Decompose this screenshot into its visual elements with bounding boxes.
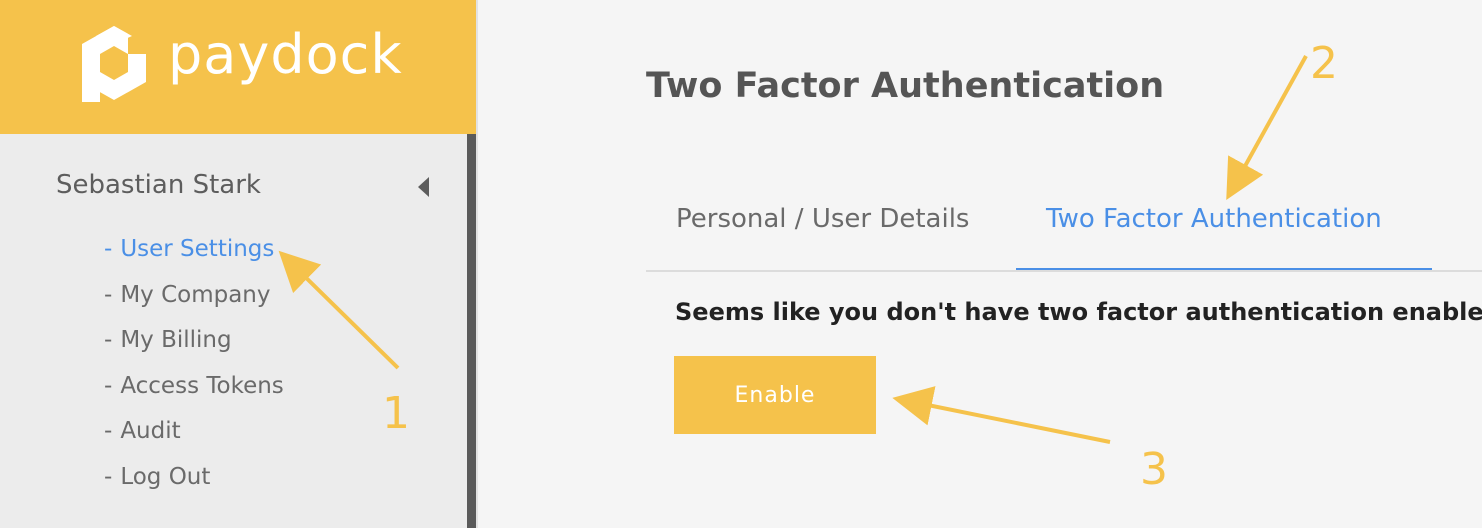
- sidebar-item-audit[interactable]: - Audit: [104, 418, 284, 464]
- tab-personal-user-details[interactable]: Personal / User Details: [676, 204, 969, 234]
- brand-wordmark[interactable]: paydock: [168, 28, 403, 82]
- enable-button[interactable]: Enable: [674, 356, 876, 434]
- menu-dash: -: [104, 372, 113, 399]
- sidebar-item-label: Audit: [120, 418, 181, 445]
- menu-dash: -: [104, 418, 113, 445]
- menu-dash: -: [104, 463, 113, 490]
- sidebar-divider: [476, 0, 478, 528]
- tab-two-factor-authentication[interactable]: Two Factor Authentication: [1046, 204, 1382, 234]
- sidebar-item-label: Log Out: [120, 463, 211, 490]
- sidebar-item-log-out[interactable]: - Log Out: [104, 464, 284, 510]
- logo-bar: paydock: [0, 0, 476, 134]
- menu-dash: -: [104, 327, 113, 354]
- annotation-arrow-3: [892, 386, 1111, 444]
- page-title: Two Factor Authentication: [646, 66, 1165, 106]
- sidebar-item-user-settings[interactable]: - User Settings: [104, 236, 284, 282]
- sidebar-item-label: My Billing: [120, 327, 232, 354]
- sidebar-item-label: My Company: [120, 281, 271, 308]
- sidebar-user-name: Sebastian Stark: [56, 170, 261, 200]
- two-factor-status-message: Seems like you don't have two factor aut…: [675, 298, 1482, 326]
- menu-dash: -: [104, 236, 113, 262]
- active-tab-indicator: [1016, 268, 1432, 270]
- annotation-number-1: 1: [382, 388, 410, 439]
- annotation-arrow-2: [1226, 55, 1308, 200]
- app-root: paydock Sebastian Stark - User Settings -…: [0, 0, 1482, 528]
- sidebar-item-my-company[interactable]: - My Company: [104, 282, 284, 328]
- sidebar-item-label: User Settings: [120, 236, 275, 262]
- paydock-logo-icon: [82, 24, 148, 102]
- sidebar-menu: - User Settings - My Company - My Billing -…: [104, 236, 284, 510]
- sidebar-item-access-tokens[interactable]: - Access Tokens: [104, 373, 284, 419]
- collapse-caret-icon[interactable]: [418, 177, 429, 197]
- sidebar-item-label: Access Tokens: [120, 372, 284, 399]
- sidebar-scrollbar[interactable]: [467, 134, 476, 528]
- annotation-number-2: 2: [1310, 38, 1338, 89]
- annotation-number-3: 3: [1140, 444, 1168, 495]
- sidebar-item-my-billing[interactable]: - My Billing: [104, 327, 284, 373]
- tab-bar: Personal / User Details Two Factor Authe…: [646, 190, 1482, 272]
- menu-dash: -: [104, 281, 113, 308]
- sidebar: paydock Sebastian Stark - User Settings -…: [0, 0, 476, 528]
